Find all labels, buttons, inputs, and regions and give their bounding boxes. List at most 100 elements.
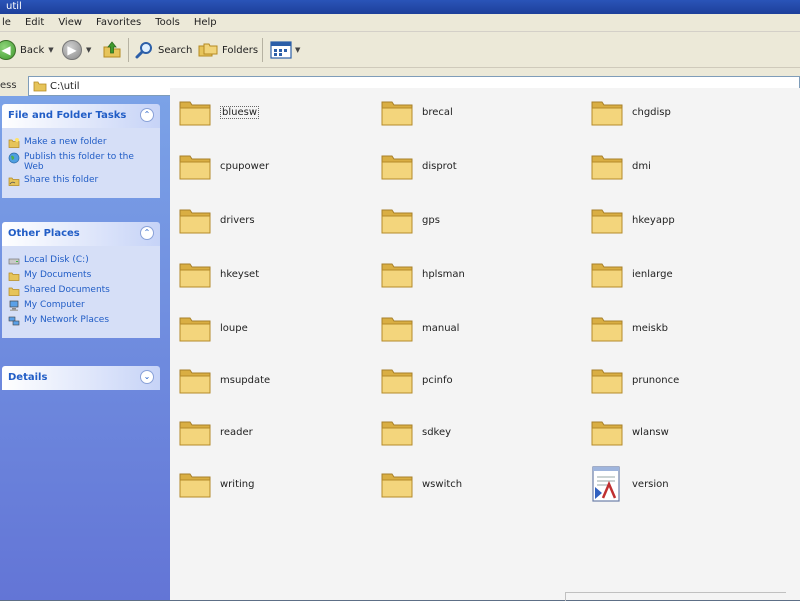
views-icon (270, 41, 292, 59)
folder-item[interactable]: hkeyset (178, 254, 259, 294)
folder-item[interactable]: disprot (380, 146, 457, 186)
menu-favorites[interactable]: Favorites (96, 17, 141, 28)
up-folder-icon (103, 41, 121, 58)
back-arrow-icon: ◀ (0, 40, 16, 60)
menu-help[interactable]: Help (194, 17, 217, 28)
folder-icon (381, 263, 413, 288)
collapse-icon[interactable]: ⌃ (140, 108, 154, 122)
chevron-down-icon: ▼ (86, 46, 92, 54)
folder-item[interactable]: meiskb (590, 308, 668, 348)
folder-item[interactable]: chgdisp (590, 92, 671, 132)
search-button[interactable]: Search (134, 38, 192, 62)
panel-title: Other Places (8, 228, 80, 239)
item-name: gps (422, 214, 440, 226)
share-folder-link[interactable]: Share this folder (8, 175, 156, 187)
folder-icon (179, 101, 211, 126)
folders-button[interactable]: Folders (198, 38, 258, 62)
window-title-bar[interactable]: util (0, 0, 800, 14)
details-panel: Details ⌄ (2, 366, 160, 390)
new-folder-icon (8, 138, 20, 148)
folder-item[interactable]: bluesw (178, 92, 260, 132)
folder-icon (381, 101, 413, 126)
back-button[interactable]: ◀ Back ▼ (0, 38, 54, 62)
chevron-down-icon: ▼ (295, 46, 301, 54)
toolbar-separator (128, 38, 129, 62)
folder-item[interactable]: pcinfo (380, 360, 453, 400)
chevron-down-icon: ▼ (48, 46, 54, 54)
folder-item[interactable]: brecal (380, 92, 453, 132)
folder-item[interactable]: ienlarge (590, 254, 673, 294)
folder-item[interactable]: writing (178, 464, 254, 504)
views-button[interactable]: ▼ (270, 38, 300, 62)
item-name: meiskb (632, 322, 669, 334)
item-name: disprot (422, 160, 457, 172)
folder-icon (591, 209, 623, 234)
menu-bar: le Edit View Favorites Tools Help (0, 14, 800, 32)
item-name: drivers (220, 214, 255, 226)
toolbar-separator (262, 38, 263, 62)
item-name: msupdate (220, 374, 271, 386)
folder-icon (381, 473, 413, 498)
place-local-disk[interactable]: Local Disk (C:) (8, 255, 156, 267)
folder-icon (591, 421, 623, 446)
panel-header[interactable]: File and Folder Tasks ⌃ (2, 104, 160, 128)
folder-item[interactable]: gps (380, 200, 440, 240)
task-pane: File and Folder Tasks ⌃ Make a new folde… (0, 96, 178, 600)
item-name: version (632, 478, 669, 490)
globe-icon (8, 152, 20, 164)
item-name: hplsman (422, 268, 465, 280)
place-shared-documents[interactable]: Shared Documents (8, 285, 156, 297)
file-item[interactable]: version (590, 464, 669, 504)
panel-title: File and Folder Tasks (8, 110, 127, 121)
item-name: pcinfo (422, 374, 453, 386)
item-name: dmi (632, 160, 651, 172)
drive-icon (8, 258, 20, 265)
collapse-icon[interactable]: ⌃ (140, 226, 154, 240)
menu-tools[interactable]: Tools (155, 17, 180, 28)
place-label: My Network Places (24, 315, 110, 325)
folder-icon (179, 317, 211, 342)
share-folder-icon (8, 177, 20, 186)
item-name: hkeyapp (632, 214, 675, 226)
folder-item[interactable]: drivers (178, 200, 255, 240)
item-name: chgdisp (632, 106, 671, 118)
publish-to-web-link[interactable]: Publish this folder to the Web (8, 152, 156, 172)
folder-item[interactable]: wlansw (590, 412, 669, 452)
item-name: writing (220, 478, 255, 490)
forward-arrow-icon: ▶ (62, 40, 82, 60)
folder-item[interactable]: hplsman (380, 254, 465, 294)
make-new-folder-link[interactable]: Make a new folder (8, 137, 156, 149)
folder-item[interactable]: manual (380, 308, 459, 348)
up-folder-button[interactable] (102, 38, 122, 62)
folder-item[interactable]: wswitch (380, 464, 462, 504)
panel-header[interactable]: Other Places ⌃ (2, 222, 160, 246)
folder-item[interactable]: loupe (178, 308, 248, 348)
folder-icon (179, 155, 211, 180)
folder-item[interactable]: dmi (590, 146, 651, 186)
folder-item[interactable]: hkeyapp (590, 200, 675, 240)
computer-icon (9, 300, 19, 311)
place-my-network-places[interactable]: My Network Places (8, 315, 156, 327)
expand-icon[interactable]: ⌄ (140, 370, 154, 384)
menu-file[interactable]: le (2, 17, 11, 28)
task-label: Share this folder (24, 175, 99, 185)
folder-item[interactable]: cpupower (178, 146, 269, 186)
menu-edit[interactable]: Edit (25, 17, 44, 28)
folder-item[interactable]: sdkey (380, 412, 451, 452)
item-name: ienlarge (632, 268, 673, 280)
item-name: bluesw (220, 105, 260, 119)
folder-item[interactable]: reader (178, 412, 253, 452)
item-name: loupe (220, 322, 248, 334)
menu-view[interactable]: View (58, 17, 82, 28)
panel-header[interactable]: Details ⌄ (2, 366, 160, 390)
folder-item[interactable]: prunonce (590, 360, 679, 400)
folder-item[interactable]: msupdate (178, 360, 270, 400)
task-label: Make a new folder (24, 137, 107, 147)
folder-icon (381, 155, 413, 180)
other-places-panel: Other Places ⌃ Local Disk (C:) My Docume… (2, 222, 160, 338)
documents-folder-icon (8, 272, 20, 281)
place-my-documents[interactable]: My Documents (8, 270, 156, 282)
place-my-computer[interactable]: My Computer (8, 300, 156, 312)
forward-button[interactable]: ▶ ▼ (62, 38, 91, 62)
address-label: ess (0, 80, 17, 91)
